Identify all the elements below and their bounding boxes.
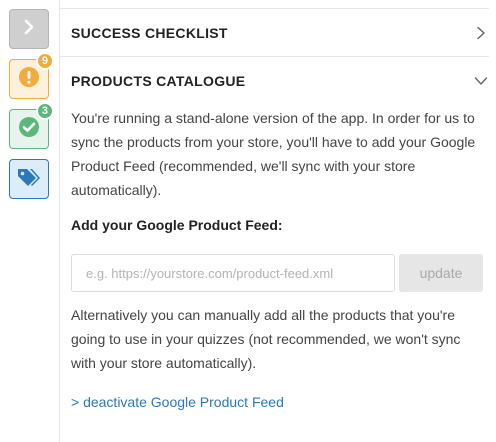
products-catalogue-header[interactable]: PRODUCTS CATALOGUE — [71, 71, 489, 91]
warnings-button[interactable]: 9 — [9, 52, 54, 99]
section-title: PRODUCTS CATALOGUE — [71, 73, 246, 89]
completed-button[interactable]: 3 — [9, 102, 54, 149]
products-button[interactable] — [9, 159, 49, 199]
catalogue-intro-text: You're running a stand-alone version of … — [71, 110, 476, 198]
update-button[interactable]: update — [399, 254, 483, 292]
feed-label: Add your Google Product Feed: — [71, 217, 283, 233]
exclamation-circle-icon — [17, 65, 41, 94]
section-title: SUCCESS CHECKLIST — [71, 25, 228, 41]
sidebar-rail: 9 3 — [0, 0, 60, 442]
catalogue-alternative-text: Alternatively you can manually add all t… — [71, 307, 461, 371]
chevron-right-icon — [473, 25, 489, 41]
product-feed-url-input[interactable] — [71, 254, 395, 292]
deactivate-feed-link[interactable]: > deactivate Google Product Feed — [71, 394, 284, 410]
chevron-down-icon — [473, 73, 489, 89]
check-circle-icon — [17, 115, 41, 144]
collapse-sidebar-button[interactable] — [9, 9, 49, 49]
warnings-count-badge: 9 — [35, 52, 54, 70]
tags-icon — [16, 166, 42, 193]
divider — [60, 8, 489, 9]
divider — [60, 56, 489, 57]
success-checklist-header[interactable]: SUCCESS CHECKLIST — [71, 23, 489, 43]
chevron-right-icon — [20, 18, 38, 41]
completed-count-badge: 3 — [35, 102, 54, 120]
